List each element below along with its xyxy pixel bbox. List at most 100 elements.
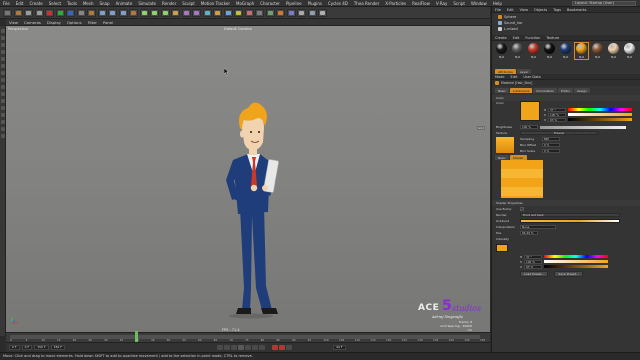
goto-end-button[interactable] <box>259 345 265 350</box>
material-item[interactable]: Mat <box>591 43 604 59</box>
tab-attributes[interactable]: Attributes <box>495 69 516 74</box>
planar-icon[interactable] <box>1 134 5 138</box>
menu-item-cycles-4d[interactable]: Cycles 4D <box>325 1 351 6</box>
array-icon[interactable] <box>171 8 180 17</box>
sound-icon[interactable] <box>244 8 254 17</box>
viewport-solo-icon[interactable] <box>1 120 5 124</box>
menu-item-help[interactable]: Help <box>490 1 505 6</box>
brightness-field[interactable]: 100 % <box>520 125 538 129</box>
blur-offset-field[interactable]: 0 % <box>542 143 560 147</box>
axis-mode-icon[interactable] <box>1 78 5 82</box>
viewport-menu-options[interactable]: Options <box>64 20 85 25</box>
render-dropdown[interactable]: Front and back <box>520 213 620 217</box>
floor-icon[interactable] <box>202 8 212 17</box>
record-button[interactable] <box>272 345 278 350</box>
material-item[interactable]: Mat <box>574 42 589 60</box>
object-menu-bookmarks[interactable]: Bookmarks <box>567 8 587 12</box>
cycles-icon[interactable] <box>307 8 317 17</box>
tweak-mode-icon[interactable] <box>1 85 5 89</box>
subtab-basic[interactable]: Basic <box>495 88 509 93</box>
layout-dropdown[interactable]: Layout: Startup (User) <box>572 1 636 6</box>
menu-item-tools[interactable]: Tools <box>64 1 80 6</box>
channel-field[interactable]: 100 % <box>548 112 566 117</box>
plugin-icon[interactable] <box>276 8 285 17</box>
object-menu-tags[interactable]: Tags <box>553 8 561 12</box>
menu-item-select[interactable]: Select <box>46 1 64 6</box>
undo-icon[interactable] <box>3 8 12 17</box>
soft-selection-icon[interactable] <box>1 99 5 103</box>
z-axis-icon[interactable] <box>87 8 96 17</box>
object-menu-objects[interactable]: Objects <box>534 8 547 12</box>
channel-slider[interactable] <box>544 265 608 268</box>
autokey-button[interactable] <box>279 345 285 350</box>
menu-item-snap[interactable]: Snap <box>96 1 112 6</box>
menu-item-mograph[interactable]: MoGraph <box>233 1 257 6</box>
channel-slider[interactable] <box>544 255 608 258</box>
viewport-menu-cameras[interactable]: Cameras <box>21 20 44 25</box>
menu-item-mesh[interactable]: Mesh <box>80 1 97 6</box>
camera-icon[interactable] <box>213 8 222 17</box>
thea-icon[interactable] <box>318 8 327 17</box>
viewport-menu-panel[interactable]: Panel <box>100 20 116 25</box>
menu-item-render[interactable]: Render <box>159 1 179 6</box>
attribute-menu-mode[interactable]: Mode <box>495 75 505 79</box>
save-preset-button[interactable]: Save Preset... <box>554 271 583 277</box>
blur-scale-field[interactable]: 0 % <box>542 149 560 153</box>
channel-field[interactable]: 93 % <box>548 117 566 122</box>
attribute-menu-user-data[interactable]: User Data <box>523 75 540 79</box>
cube-icon[interactable] <box>139 8 149 17</box>
min-frame-field[interactable]: 0 F <box>21 345 33 350</box>
viewport-menu-display[interactable]: Display <box>44 20 64 25</box>
snap-icon[interactable] <box>1 92 5 96</box>
texture-mode-icon[interactable] <box>1 43 5 47</box>
menu-item-motion-tracker[interactable]: Motion Tracker <box>198 1 233 6</box>
scale-icon[interactable] <box>45 8 54 17</box>
menu-item-pipeline[interactable]: Pipeline <box>283 1 305 6</box>
gradient-bar[interactable] <box>520 219 620 223</box>
xp-icon[interactable] <box>286 8 296 17</box>
deformer-icon[interactable] <box>192 8 201 17</box>
viewport-menu-filter[interactable]: Filter <box>85 20 100 25</box>
sampling-field[interactable]: MIP <box>542 137 560 141</box>
object-menu-edit[interactable]: Edit <box>507 8 514 12</box>
menu-item-character[interactable]: Character <box>257 1 283 6</box>
menu-item-x-particles[interactable]: X-Particles <box>382 1 409 6</box>
object-row[interactable]: L.mixed <box>492 26 640 32</box>
edges-mode-icon[interactable] <box>1 64 5 68</box>
channel-slider[interactable] <box>568 108 632 111</box>
attribute-menu-edit[interactable]: Edit <box>511 75 518 79</box>
channel-field[interactable]: 37 ° <box>548 107 566 112</box>
material-item[interactable]: Mat <box>623 43 636 59</box>
menu-item-v-ray[interactable]: V-Ray <box>433 1 450 6</box>
subtab-assign[interactable]: Assign <box>573 88 590 93</box>
viewport-menu-view[interactable]: View <box>6 20 21 25</box>
use-bump-checkbox[interactable]: ✓ <box>520 207 524 211</box>
next-frame-button[interactable] <box>245 345 251 350</box>
light-icon[interactable] <box>223 8 233 17</box>
render-settings-icon[interactable] <box>129 8 138 17</box>
y-axis-icon[interactable] <box>76 8 86 17</box>
prev-frame-button[interactable] <box>231 345 237 350</box>
coordinate-system-icon[interactable] <box>97 8 107 17</box>
make-editable-icon[interactable] <box>1 29 5 33</box>
character-model[interactable] <box>218 88 288 320</box>
points-mode-icon[interactable] <box>1 57 5 61</box>
menu-item-animate[interactable]: Animate <box>113 1 136 6</box>
material-item[interactable]: Mat <box>495 43 508 59</box>
menu-item-sculpt[interactable]: Sculpt <box>179 1 198 6</box>
color-swatch[interactable] <box>520 101 540 121</box>
material-item[interactable]: Mat <box>543 43 556 59</box>
x-axis-icon[interactable] <box>66 8 75 17</box>
object-menu-view[interactable]: View <box>520 8 528 12</box>
channel-slider[interactable] <box>568 118 632 121</box>
menu-item-plugins[interactable]: Plugins <box>305 1 325 6</box>
menu-item-window[interactable]: Window <box>468 1 490 6</box>
subtab-illumination[interactable]: Illumination <box>533 88 558 93</box>
subdivision-icon[interactable] <box>160 8 170 17</box>
render-view-icon[interactable] <box>108 8 117 17</box>
material-menu-function[interactable]: Function <box>525 36 540 40</box>
brightness-slider[interactable] <box>540 125 626 129</box>
next-key-button[interactable] <box>252 345 258 350</box>
dynamics-icon[interactable] <box>234 8 243 17</box>
play-button[interactable] <box>238 345 244 350</box>
